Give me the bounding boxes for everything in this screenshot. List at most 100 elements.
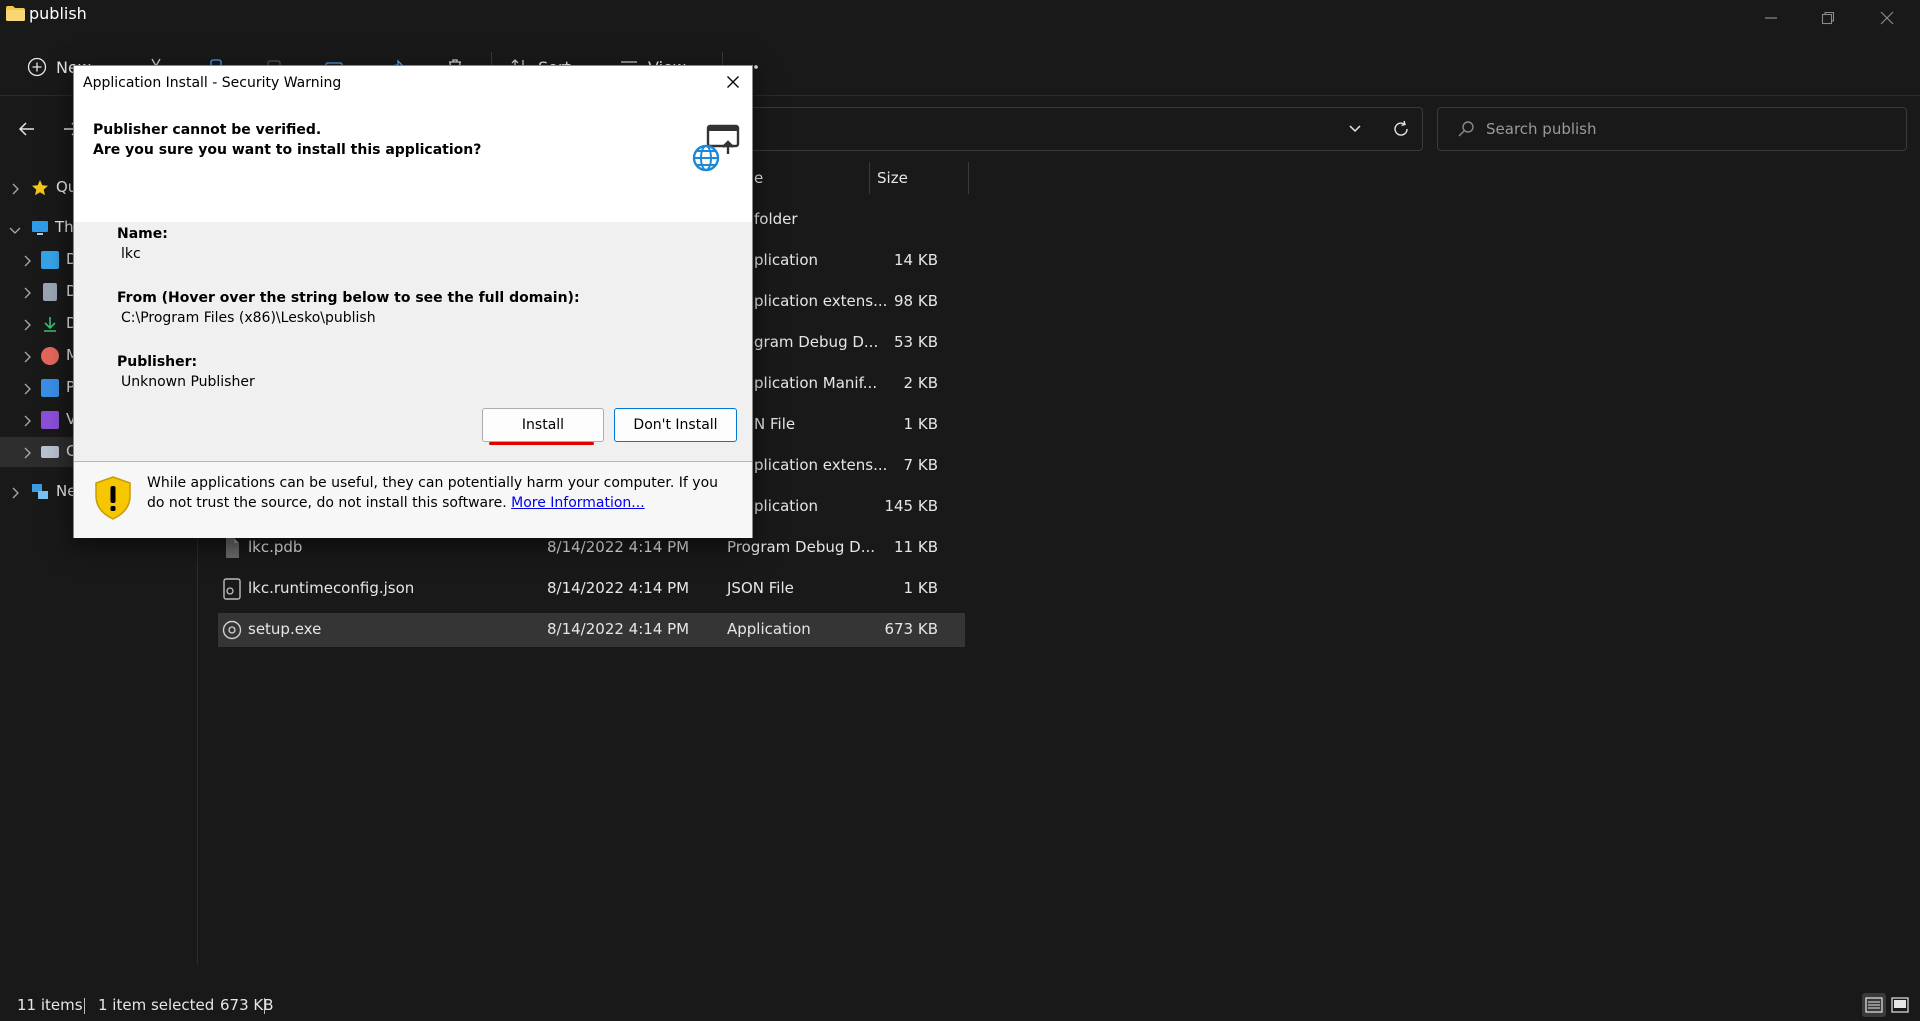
sidebar-item-label: Th [55,218,74,236]
large-icons-view-icon [1891,997,1909,1013]
setup-exe-icon [222,620,242,640]
search-box[interactable] [1437,107,1907,151]
restore-icon[interactable] [1797,0,1859,36]
window-title: publish [29,4,87,23]
file-size: 7 KB [903,456,938,474]
star-icon [31,179,49,197]
status-divider [264,998,265,1014]
chevron-right-icon [22,413,34,427]
refresh-icon [1394,120,1408,136]
json-file-icon [223,578,241,600]
file-size: 98 KB [894,292,938,310]
plus-circle-icon [26,56,48,78]
name-label: Name: [117,226,168,242]
file-type: plication [754,251,819,269]
desktop-icon [41,251,59,269]
chevron-down-icon [8,221,21,235]
file-type: JSON File [727,579,794,597]
dont-install-button[interactable]: Don't Install [614,408,737,442]
chevron-right-icon [22,349,34,363]
chevron-right-icon [10,181,22,195]
file-size: 2 KB [903,374,938,392]
install-button[interactable]: Install [482,408,604,442]
file-type: Application [727,620,811,638]
file-date: 8/14/2022 4:14 PM [547,579,690,597]
publisher-value: Unknown Publisher [121,374,255,390]
chevron-right-icon [22,253,34,267]
monitor-icon [31,219,49,237]
details-view-icon [1865,997,1883,1013]
security-warning-dialog: Application Install - Security Warning P… [73,65,753,538]
close-icon[interactable] [1856,0,1918,36]
chevron-right-icon [22,317,34,331]
column-divider[interactable] [968,162,969,194]
file-date: 8/14/2022 4:14 PM [547,620,690,638]
file-size: 1 KB [903,579,938,597]
file-date: 8/14/2022 4:14 PM [547,538,690,556]
publisher-label: Publisher: [117,354,198,370]
pictures-icon [41,379,59,397]
column-divider[interactable] [869,162,870,194]
warning-shield-icon [95,476,131,520]
file-icon [226,538,239,558]
column-header-type[interactable]: e [754,169,763,187]
column-header-size[interactable]: Size [877,169,908,187]
status-selected-size: 673 KB [220,996,274,1014]
dialog-close-button[interactable] [718,68,748,96]
status-divider [84,998,85,1014]
back-button[interactable] [12,114,42,144]
videos-icon [41,411,59,429]
name-value: lkc [121,246,141,262]
document-icon [43,283,57,301]
address-dropdown-button[interactable] [1340,116,1370,142]
status-item-count: 11 items [17,996,83,1014]
file-size: 14 KB [894,251,938,269]
network-icon [31,483,49,501]
more-information-link[interactable]: More Information... [511,495,645,511]
file-size: 1 KB [903,415,938,433]
dialog-titlebar: Application Install - Security Warning [74,66,752,98]
drive-icon [41,446,59,458]
download-icon [41,315,59,333]
file-size: 145 KB [884,497,938,515]
refresh-button[interactable] [1386,116,1416,142]
chevron-down-icon [1349,125,1361,133]
annotation-underline [489,442,594,445]
application-install-icon [692,124,740,172]
search-input[interactable] [1486,117,1886,141]
file-size: 11 KB [894,538,938,556]
chevron-right-icon [22,381,34,395]
dialog-header-title: Publisher cannot be verified. [93,122,322,138]
chevron-right-icon [22,445,34,459]
dialog-header [74,98,752,222]
file-row[interactable]: lkc.runtimeconfig.json 8/14/2022 4:14 PM… [218,572,965,606]
chevron-right-icon [22,285,34,299]
minimize-icon[interactable] [1740,0,1802,36]
file-name: lkc.runtimeconfig.json [248,579,415,597]
status-bar: 11 items 1 item selected 673 KB [0,992,1920,1021]
large-icons-view-button[interactable] [1888,993,1912,1017]
window-titlebar: publish [0,0,1920,32]
details-view-button[interactable] [1862,993,1886,1017]
file-type: folder [754,210,798,228]
dialog-title: Application Install - Security Warning [83,75,342,91]
file-name: setup.exe [248,620,322,638]
status-selected-count: 1 item selected [98,996,215,1014]
address-bar[interactable] [740,107,1423,151]
close-icon [727,76,739,88]
folder-icon [6,6,25,21]
dialog-header-question: Are you sure you want to install this ap… [93,142,482,158]
arrow-left-icon [18,122,34,136]
file-type: N File [754,415,796,433]
warning-message: While applications can be useful, they c… [147,473,735,513]
chevron-right-icon [10,485,22,499]
music-icon [41,347,59,365]
from-value[interactable]: C:\Program Files (x86)\Lesko\publish [121,310,376,326]
file-name: lkc.pdb [248,538,303,556]
file-type: plication [754,497,819,515]
from-label: From (Hover over the string below to see… [117,290,580,306]
search-icon [1458,121,1474,137]
file-size: 673 KB [884,620,938,638]
file-size: 53 KB [894,333,938,351]
file-row[interactable]: setup.exe 8/14/2022 4:14 PM Application … [218,613,965,647]
